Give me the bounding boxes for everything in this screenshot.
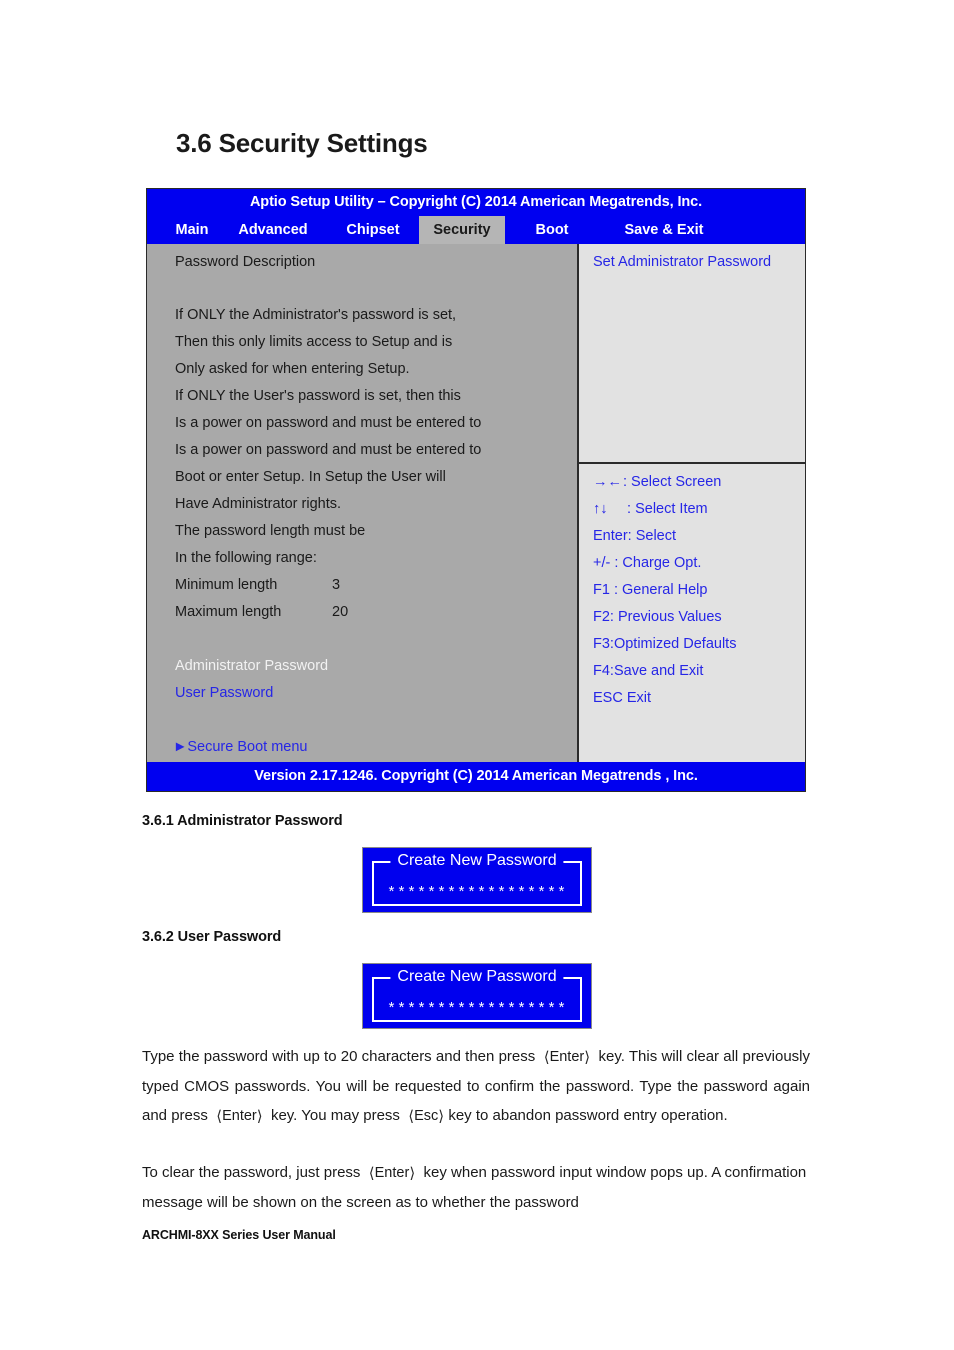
subsection-heading-user-password: 3.6.2 User Password	[142, 929, 282, 945]
arrow-up-down-icon: ↑↓	[593, 501, 608, 517]
key-optimized-defaults-label: Optimized Defaults	[613, 636, 737, 652]
manual-footer: ARCHMI-8XX Series User Manual	[142, 1228, 336, 1242]
key-f2-glyph: F2:	[593, 609, 614, 625]
description-line-1: If ONLY the Administrator's password is …	[175, 307, 457, 323]
key-esc-glyph: ESC	[593, 690, 623, 706]
para1-line1a: Type the password with up to 20 characte…	[142, 1048, 536, 1065]
bios-left-panel: Password Description If ONLY the Adminis…	[147, 244, 579, 762]
key-select-item: ↑↓ : Select Item	[593, 501, 708, 517]
key-previous-values: F2: Previous Values	[593, 609, 722, 625]
para1-line4: key to abandon password entry operation.	[448, 1107, 728, 1124]
key-optimized-defaults: F3:Optimized Defaults	[593, 636, 736, 652]
key-select-screen: →←: Select Screen	[593, 474, 721, 490]
paragraph-clear-password: To clear the password, just press ⟨Enter…	[142, 1158, 810, 1217]
key-save-and-exit-label: Save and Exit	[613, 663, 704, 679]
description-line-4: If ONLY the User's password is set, then…	[175, 388, 461, 404]
key-general-help: F1 : General Help	[593, 582, 707, 598]
key-plus-minus-glyph: +/-	[593, 555, 611, 571]
dialog-title-user: Create New Password	[390, 967, 564, 987]
description-line-2: Then this only limits access to Setup an…	[175, 334, 453, 350]
description-line-10: In the following range:	[175, 550, 317, 566]
key-enter-select: Enter: Select	[593, 528, 676, 544]
maximum-length-value: 20	[332, 604, 349, 620]
key-save-and-exit: F4:Save and Exit	[593, 663, 703, 679]
tab-main[interactable]: Main	[161, 216, 223, 244]
keycap-enter-3: ⟨Enter⟩	[368, 1165, 416, 1182]
key-charge-opt: +/- : Charge Opt.	[593, 555, 701, 571]
key-select-item-label: : Select Item	[623, 501, 708, 517]
minimum-length-label: Minimum length	[175, 577, 278, 593]
angle-left-icon: ⟨	[216, 1108, 223, 1125]
secure-boot-menu-item[interactable]: ►Secure Boot menu	[173, 739, 307, 755]
subsection-heading-administrator-password: 3.6.1 Administrator Password	[142, 813, 343, 829]
bios-key-legend-area: →←: Select Screen ↑↓ : Select Item Enter…	[579, 464, 805, 762]
dialog-frame-user: Create New Password ******************	[372, 967, 582, 1022]
key-previous-values-label: Previous Values	[613, 609, 722, 625]
key-enter-label: Select	[631, 528, 677, 544]
bios-right-panel: Set Administrator Password →←: Select Sc…	[579, 244, 805, 762]
para1-line3b: key. You may press	[270, 1107, 400, 1124]
tab-boot[interactable]: Boot	[515, 216, 589, 244]
document-page: 3.6 Security Settings Aptio Setup Utilit…	[0, 0, 954, 1350]
password-input-admin[interactable]: ******************	[374, 885, 580, 902]
triangle-right-icon: ►	[173, 739, 188, 755]
angle-right-icon: ⟩	[409, 1165, 416, 1182]
minimum-length-value: 3	[332, 577, 341, 593]
bios-title-bar: Aptio Setup Utility – Copyright (C) 2014…	[147, 189, 805, 216]
bios-help-description-area: Set Administrator Password	[579, 244, 805, 464]
create-new-password-dialog-admin: Create New Password ******************	[362, 847, 592, 913]
description-line-3: Only asked for when entering Setup.	[175, 361, 410, 377]
para1-line1b: key. This will	[598, 1048, 683, 1065]
angle-right-icon: ⟩	[438, 1108, 445, 1125]
keycap-enter-2-label: Enter	[222, 1108, 257, 1124]
password-description-heading: Password Description	[175, 254, 316, 270]
key-general-help-label: : General Help	[609, 582, 708, 598]
description-line-9: The password length must be	[175, 523, 366, 539]
description-line-8: Have Administrator rights.	[175, 496, 342, 512]
paragraph-password-entry: Type the password with up to 20 characte…	[142, 1042, 810, 1131]
bios-version-footer: Version 2.17.1246. Copyright (C) 2014 Am…	[147, 762, 805, 791]
angle-right-icon: ⟩	[256, 1108, 263, 1125]
angle-left-icon: ⟨	[543, 1049, 550, 1066]
password-input-user[interactable]: ******************	[374, 1001, 580, 1018]
dialog-title-admin: Create New Password	[390, 851, 564, 871]
keycap-enter-2: ⟨Enter⟩	[216, 1108, 263, 1125]
description-line-5: Is a power on password and must be enter…	[175, 415, 482, 431]
angle-left-icon: ⟨	[368, 1165, 375, 1182]
page-title: 3.6 Security Settings	[176, 128, 428, 158]
tab-save-and-exit[interactable]: Save & Exit	[599, 216, 729, 244]
keycap-enter-3-label: Enter	[374, 1165, 410, 1181]
key-f1-glyph: F1	[593, 582, 610, 598]
dialog-frame-admin: Create New Password ******************	[372, 851, 582, 906]
bios-tab-bar: Main Advanced Chipset Security Boot Save…	[147, 216, 805, 244]
para2-line1a: To clear the password, just press	[142, 1164, 361, 1181]
tab-security[interactable]: Security	[419, 216, 505, 244]
maximum-length-label: Maximum length	[175, 604, 282, 620]
create-new-password-dialog-user: Create New Password ******************	[362, 963, 592, 1029]
keycap-esc: ⟨Esc⟩	[408, 1108, 445, 1125]
angle-left-icon: ⟨	[408, 1108, 415, 1125]
keycap-enter-1: ⟨Enter⟩	[543, 1049, 591, 1066]
secure-boot-menu-label: Secure Boot menu	[187, 739, 308, 755]
key-exit-label: Exit	[622, 690, 652, 706]
key-charge-opt-label: : Charge Opt.	[610, 555, 702, 571]
key-enter-glyph: Enter:	[593, 528, 632, 544]
description-line-6: Is a power on password and must be enter…	[175, 442, 482, 458]
keycap-enter-1-label: Enter	[549, 1049, 585, 1065]
angle-right-icon: ⟩	[584, 1049, 591, 1066]
tab-advanced[interactable]: Advanced	[223, 216, 323, 244]
keycap-esc-label: Esc	[414, 1108, 439, 1124]
description-line-7: Boot or enter Setup. In Setup the User w…	[175, 469, 446, 485]
para2-line1b: key when password input window pops	[423, 1164, 683, 1181]
bios-setup-screenshot: Aptio Setup Utility – Copyright (C) 2014…	[146, 188, 806, 792]
tab-chipset[interactable]: Chipset	[329, 216, 417, 244]
key-exit: ESC Exit	[593, 690, 651, 706]
key-f4-glyph: F4:	[593, 663, 614, 679]
user-password-item[interactable]: User Password	[175, 685, 273, 701]
help-title: Set Administrator Password	[593, 254, 772, 270]
key-select-screen-label: : Select Screen	[623, 474, 722, 490]
administrator-password-item[interactable]: Administrator Password	[175, 658, 328, 674]
key-f3-glyph: F3:	[593, 636, 614, 652]
arrow-left-right-icon: →←	[593, 474, 622, 490]
